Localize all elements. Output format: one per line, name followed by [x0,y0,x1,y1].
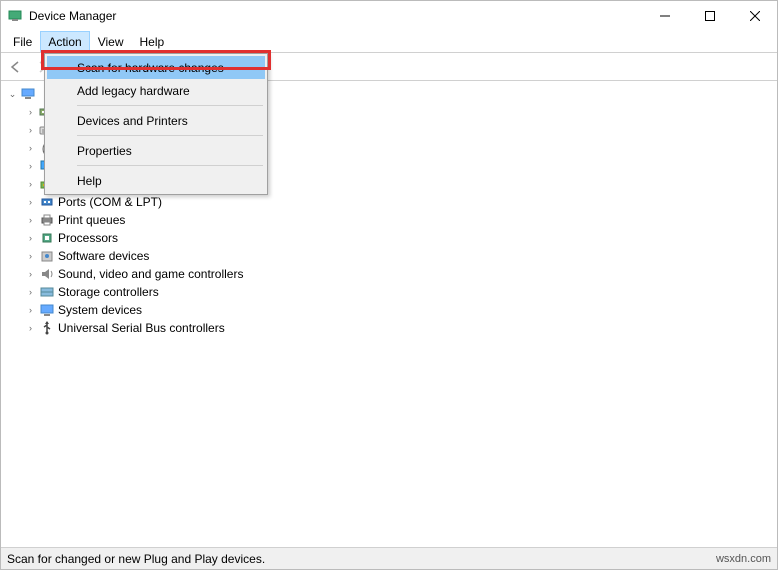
tree-node[interactable]: › Storage controllers [7,283,777,301]
action-dropdown: Scan for hardware changes Add legacy har… [44,53,268,195]
menu-action[interactable]: Action [40,31,89,52]
expander-icon[interactable]: › [25,233,36,244]
minimize-button[interactable] [642,1,687,31]
app-icon [7,8,23,24]
computer-icon [20,86,36,102]
system-icon [39,302,55,318]
tree-node[interactable]: › Software devices [7,247,777,265]
tree-node-label: Universal Serial Bus controllers [58,321,225,335]
expander-icon[interactable]: › [25,179,36,190]
back-button[interactable] [5,56,27,78]
port-icon [39,194,55,210]
tree-node-label: Print queues [58,213,125,227]
menu-help[interactable]: Help [132,31,173,52]
menu-separator [77,165,263,166]
expander-icon[interactable]: › [25,125,36,136]
expander-icon[interactable]: › [25,287,36,298]
brand-text: wsxdn.com [716,553,771,565]
tree-node[interactable]: › Sound, video and game controllers [7,265,777,283]
tree-node[interactable]: › Print queues [7,211,777,229]
maximize-button[interactable] [687,1,732,31]
close-button[interactable] [732,1,777,31]
menu-item-help[interactable]: Help [47,169,265,192]
menubar: File Action View Help [1,31,777,53]
tree-node[interactable]: › Processors [7,229,777,247]
expander-icon[interactable]: › [25,251,36,262]
usb-icon [39,320,55,336]
menu-item-add-legacy[interactable]: Add legacy hardware [47,79,265,102]
menu-separator [77,135,263,136]
tree-node-label: System devices [58,303,142,317]
expander-icon[interactable]: ⌄ [7,89,18,100]
expander-icon[interactable]: › [25,197,36,208]
printer-icon [39,212,55,228]
menu-separator [77,105,263,106]
menu-file[interactable]: File [5,31,40,52]
expander-icon[interactable]: › [25,269,36,280]
cpu-icon [39,230,55,246]
menu-item-devices-printers[interactable]: Devices and Printers [47,109,265,132]
menu-item-properties[interactable]: Properties [47,139,265,162]
tree-node-label: Ports (COM & LPT) [58,195,162,209]
expander-icon[interactable]: › [25,215,36,226]
tree-node-label: Processors [58,231,118,245]
tree-node-label: Storage controllers [58,285,159,299]
titlebar: Device Manager [1,1,777,31]
storage-icon [39,284,55,300]
sound-icon [39,266,55,282]
menu-view[interactable]: View [90,31,132,52]
tree-node-label: Sound, video and game controllers [58,267,243,281]
tree-node-label: Software devices [58,249,149,263]
window-title: Device Manager [29,9,642,23]
expander-icon[interactable]: › [25,305,36,316]
expander-icon[interactable]: › [25,143,36,154]
status-text: Scan for changed or new Plug and Play de… [7,552,716,566]
software-icon [39,248,55,264]
expander-icon[interactable]: › [25,107,36,118]
tree-node[interactable]: › Ports (COM & LPT) [7,193,777,211]
tree-node[interactable]: › Universal Serial Bus controllers [7,319,777,337]
window-controls [642,1,777,31]
expander-icon[interactable]: › [25,323,36,334]
menu-item-scan-hardware[interactable]: Scan for hardware changes [47,56,265,79]
statusbar: Scan for changed or new Plug and Play de… [1,547,777,569]
tree-node[interactable]: › System devices [7,301,777,319]
expander-icon[interactable]: › [25,161,36,172]
